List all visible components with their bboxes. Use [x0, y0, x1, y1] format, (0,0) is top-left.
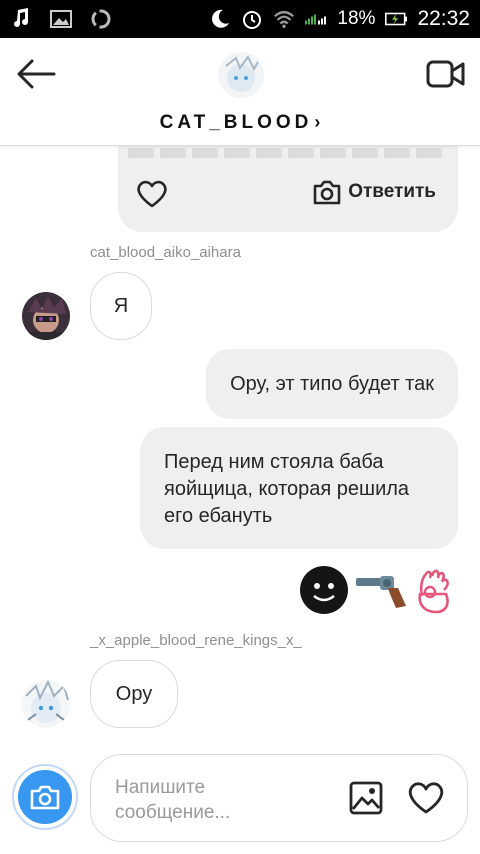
- camera-icon: [30, 785, 60, 810]
- emoji-message[interactable]: [298, 564, 456, 616]
- signal-icon: [305, 8, 327, 30]
- heart-icon: [408, 782, 444, 814]
- battery-charging-icon: [385, 8, 408, 30]
- message-text: Я: [113, 294, 129, 317]
- message-bubble-outgoing[interactable]: Ору, эт типо будет так: [206, 349, 458, 419]
- camera-button[interactable]: [12, 764, 78, 830]
- sender-name: _x_apple_blood_rene_kings_x_: [90, 632, 302, 649]
- message-bubble-outgoing[interactable]: Перед ним стояла баба яойщица, которая р…: [140, 427, 458, 549]
- back-button[interactable]: [16, 56, 56, 92]
- gallery-button[interactable]: [349, 781, 383, 815]
- alarm-icon: [241, 8, 263, 30]
- sender-name: cat_blood_aiko_aihara: [90, 244, 241, 261]
- like-button[interactable]: [407, 781, 445, 815]
- video-call-button[interactable]: [426, 58, 466, 90]
- message-input-placeholder: Напишите сообщение...: [115, 777, 231, 823]
- dark-face-emoji: [300, 566, 348, 614]
- sync-icon: [90, 8, 112, 30]
- image-icon: [50, 8, 72, 30]
- message-text: Перед ним стояла баба яойщица, которая р…: [164, 451, 410, 527]
- battery-percent: 18%: [337, 8, 376, 29]
- shared-story-card[interactable]: Ответить: [118, 146, 458, 232]
- status-bar: 18% 22:32: [0, 0, 480, 38]
- message-text: Ору, эт типо будет так: [230, 373, 434, 395]
- message-bubble-incoming[interactable]: Я: [90, 272, 152, 340]
- video-call-icon: [426, 60, 465, 88]
- ok-hand-emoji: [418, 569, 449, 614]
- back-arrow-icon: [17, 59, 56, 89]
- camera-icon: [313, 180, 341, 205]
- moon-icon: [209, 8, 231, 30]
- avatar[interactable]: [22, 292, 70, 340]
- story-like-button[interactable]: [136, 180, 168, 208]
- gallery-icon: [349, 781, 383, 815]
- pistol-emoji: [356, 576, 406, 608]
- clock: 22:32: [417, 7, 470, 30]
- story-reply-button[interactable]: Ответить: [312, 178, 436, 206]
- chat-header: CAT_BLOOD ›: [0, 38, 480, 146]
- wifi-icon: [273, 8, 295, 30]
- story-preview-strip: [124, 148, 452, 162]
- chevron-right-icon: ›: [314, 112, 321, 132]
- music-note-icon: [10, 8, 32, 30]
- header-avatar[interactable]: [218, 52, 264, 98]
- reply-label: Ответить: [348, 181, 436, 202]
- message-input[interactable]: Напишите сообщение...: [90, 754, 468, 842]
- heart-icon: [137, 180, 167, 208]
- message-list[interactable]: Ответить cat_blood_aiko_aihara Я Ору, эт…: [0, 146, 480, 746]
- chat-username: CAT_BLOOD: [159, 112, 313, 133]
- message-text: Ору: [115, 682, 153, 705]
- chat-title[interactable]: CAT_BLOOD ›: [0, 112, 480, 134]
- avatar[interactable]: [22, 680, 70, 728]
- message-bubble-incoming[interactable]: Ору: [90, 660, 178, 728]
- message-composer: Напишите сообщение...: [0, 754, 480, 854]
